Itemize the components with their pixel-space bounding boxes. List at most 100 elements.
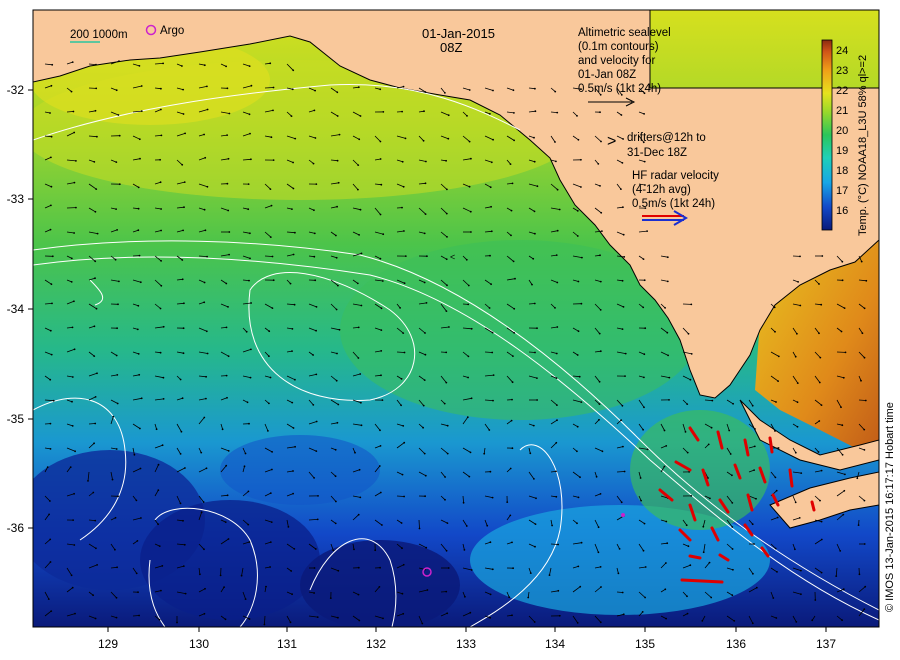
velocity-arrow-head [248,279,250,282]
velocity-arrow-head [183,302,185,305]
velocity-arrow-head [49,500,51,502]
velocity-arrow-head [665,562,667,564]
velocity-arrow-head [490,161,493,164]
velocity-arrow-head [403,351,406,354]
velocity-arrow-head [248,541,251,543]
velocity-arrow-head [555,441,558,444]
velocity-arrow-head [404,255,407,257]
velocity-arrow-head [443,402,446,405]
velocity-arrow-head [444,476,446,478]
velocity-arrow-head [95,547,97,550]
velocity-arrow-head [489,593,492,596]
velocity-arrow-head [294,445,296,448]
velocity-arrow-head [114,258,117,261]
velocity-arrow-head [115,89,118,92]
velocity-arrow-head [272,86,275,89]
velocity-arrow-head [668,376,671,379]
velocity-arrow-head [580,302,583,305]
colorbar-tick-label: 17 [836,185,848,197]
velocity-arrow-head [336,91,339,94]
velocity-arrow-head [313,477,315,479]
velocity-arrow-head [94,277,96,280]
velocity-arrow-head [139,427,141,430]
velocity-arrow-head [863,428,866,431]
velocity-arrow [66,111,74,113]
velocity-arrow-head [380,374,382,377]
velocity-arrow-head [446,522,449,524]
velocity-arrow-head [470,397,473,400]
velocity-arrow-head [112,415,115,418]
velocity-arrow-head [642,258,645,260]
velocity-arrow-head [800,569,802,572]
velocity-arrow-head [818,332,820,335]
velocity-arrow-head [491,331,494,334]
velocity-arrow-head [118,134,121,137]
velocity-arrow-head [796,425,799,428]
velocity-arrow-head [620,419,623,421]
velocity-arrow-head [576,425,579,428]
velocity-arrow-head [357,566,360,569]
velocity-arrow-head [358,468,361,471]
velocity-arrow-head [794,451,797,454]
velocity-arrow-head [354,451,356,454]
velocity-arrow-head [643,160,646,163]
velocity-arrow-head [513,112,515,114]
velocity-arrow-head [287,526,290,528]
velocity-arrow-head [468,140,471,143]
velocity-arrow-head [139,467,142,470]
velocity-arrow-head [844,473,846,476]
velocity-arrow-head [665,520,668,523]
velocity-arrow-head [576,450,578,453]
velocity-arrow-head [316,616,319,618]
velocity-arrow-head [668,399,670,401]
velocity-arrow-head [289,621,292,624]
velocity-arrow-head [316,518,319,521]
velocity-arrow-head [536,327,538,330]
velocity-arrow-head [179,453,182,455]
velocity-arrow-head [576,354,579,356]
velocity-arrow-head [379,140,382,143]
velocity-arrow-head [271,307,274,309]
velocity-arrow-head [577,496,580,499]
velocity-arrow-head [667,354,669,357]
velocity-arrow-head [94,519,97,522]
velocity-arrow-head [227,450,230,452]
velocity-arrow-head [820,520,823,523]
velocity-arrow-head [135,572,138,575]
velocity-arrow-head [401,110,403,113]
velocity-arrow-head [250,302,253,304]
velocity-arrow-head [73,181,76,184]
velocity-arrow-head [643,522,646,525]
velocity-arrow-head [94,260,97,263]
velocity-arrow-head [115,596,118,599]
velocity-arrow-head [423,281,426,284]
velocity-arrow-head [664,588,667,591]
velocity-arrow-head [92,594,94,597]
velocity-arrow-head [250,84,253,87]
velocity-arrow-head [598,380,601,383]
velocity-arrow-head [313,232,316,235]
velocity-arrow-head [445,549,448,552]
velocity-arrow-head [183,543,186,546]
velocity-arrow-head [402,85,405,88]
velocity-arrow [88,423,96,425]
velocity-arrow-head [490,283,492,286]
velocity-arrow-head [116,327,118,330]
velocity-arrow-head [580,401,583,403]
velocity-arrow-head [620,501,623,504]
map-time: 08Z [440,40,462,55]
velocity-arrow-head [556,188,559,191]
velocity-arrow-head [800,593,802,596]
velocity-arrow-head [489,541,492,544]
velocity-arrow-head [510,209,513,212]
velocity-arrow-head [492,399,494,402]
velocity-arrow-head [646,448,649,451]
velocity-arrow-head [469,611,472,614]
velocity-arrow-head [709,497,711,500]
velocity-arrow-head [685,524,688,527]
velocity-arrow-head [291,208,293,211]
velocity-arrow-head [199,573,201,576]
velocity-arrow-head [335,234,337,237]
velocity-arrow-head [663,429,666,432]
velocity-arrow-head [227,306,229,308]
